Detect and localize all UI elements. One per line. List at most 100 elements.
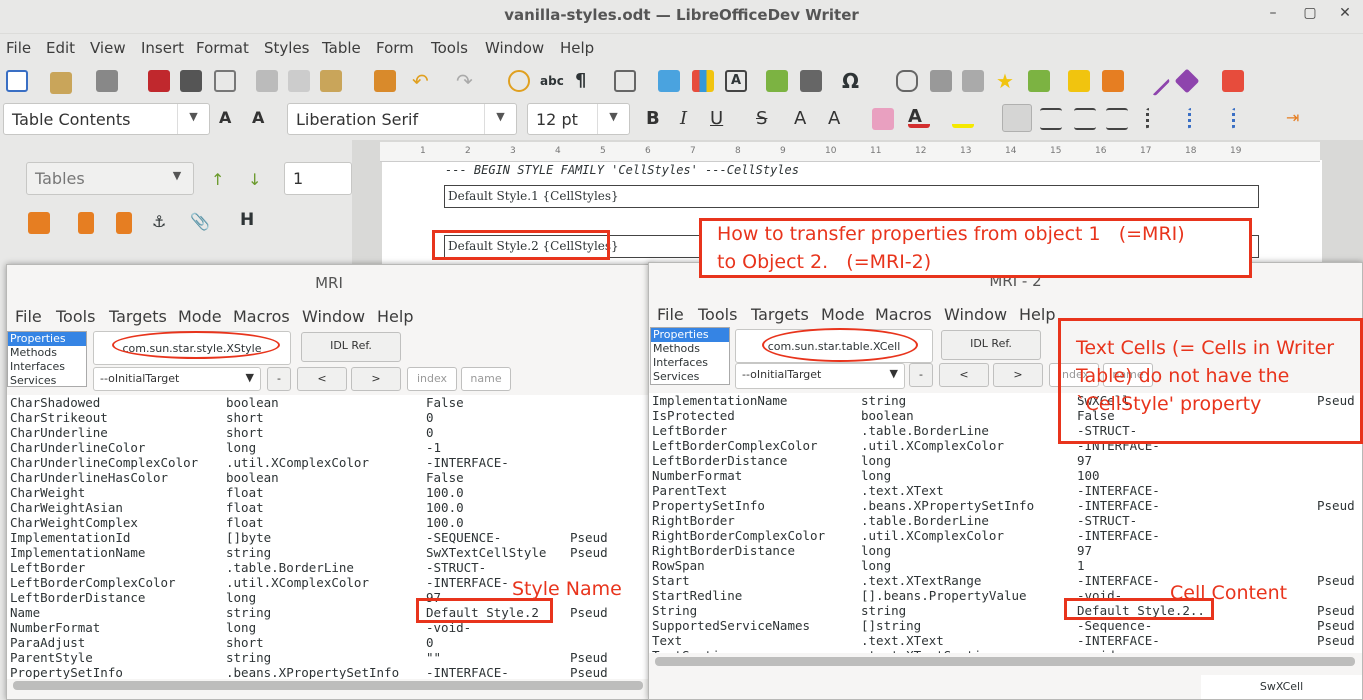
next-arrow-icon[interactable]: ↓: [248, 170, 270, 192]
horizontal-ruler[interactable]: 1 2 3 4 5 6 7 8 9 10 11 12 13 14 15 16 17 18 19: [380, 142, 1320, 162]
menu-table[interactable]: Table: [322, 39, 361, 57]
mri2-menu-targets[interactable]: Targets: [751, 305, 809, 324]
font-name-combo[interactable]: Liberation Serif ▼: [287, 103, 517, 135]
category-services[interactable]: Services: [8, 374, 86, 388]
subscript-icon[interactable]: A: [828, 108, 850, 130]
property-row[interactable]: CharShadowed boolean False: [7, 395, 651, 410]
chevron-down-icon[interactable]: ▼: [597, 104, 629, 134]
paste-icon[interactable]: [320, 70, 342, 92]
mri-menu-file[interactable]: File: [15, 307, 42, 326]
special-character-icon[interactable]: Ω: [842, 70, 864, 92]
find-replace-icon[interactable]: [508, 70, 530, 92]
property-row[interactable]: CharWeight float 100.0: [7, 485, 651, 500]
category-properties[interactable]: Properties: [651, 328, 729, 342]
spelling-icon[interactable]: abc: [540, 70, 564, 92]
clone-formatting-icon[interactable]: [374, 70, 396, 92]
track-changes-icon[interactable]: [1102, 70, 1124, 92]
insert-chart-icon[interactable]: [692, 70, 714, 92]
property-row[interactable]: CharWeightAsian float 100.0: [7, 500, 651, 515]
mri-name-field[interactable]: name: [461, 367, 511, 391]
close-button[interactable]: ✕: [1335, 5, 1355, 21]
page-break-icon[interactable]: [766, 70, 788, 92]
copy-icon[interactable]: [288, 70, 310, 92]
mri2-scrollbar[interactable]: [655, 657, 1355, 666]
mri-menu-mode[interactable]: Mode: [178, 307, 222, 326]
menu-file[interactable]: File: [6, 39, 31, 57]
chevron-down-icon[interactable]: ▼: [161, 163, 193, 193]
property-row[interactable]: CharUnderlineColor long -1: [7, 440, 651, 455]
property-row[interactable]: String string Default Style.2.. Pseud: [649, 603, 1362, 618]
property-row[interactable]: RightBorder .table.BorderLine -STRUCT-: [649, 513, 1362, 528]
font-color-icon[interactable]: A: [908, 106, 930, 128]
maximize-button[interactable]: ▢: [1300, 5, 1320, 21]
menu-window[interactable]: Window: [485, 39, 544, 57]
underline-icon[interactable]: U: [710, 108, 732, 130]
property-row[interactable]: CharUnderlineHasColor boolean False: [7, 470, 651, 485]
highlight-color-icon[interactable]: [952, 106, 974, 128]
property-row[interactable]: TextSection .text.XTextSection -void-: [649, 648, 1362, 653]
mri-menu-targets[interactable]: Targets: [109, 307, 167, 326]
cross-reference-icon[interactable]: [1028, 70, 1050, 92]
menu-insert[interactable]: Insert: [141, 39, 184, 57]
menu-tools[interactable]: Tools: [431, 39, 468, 57]
mri2-back-button[interactable]: <: [939, 363, 989, 387]
mri2-menu-macros[interactable]: Macros: [875, 305, 932, 324]
property-row[interactable]: ParentStyle string "" Pseud: [7, 650, 651, 665]
bold-icon[interactable]: B: [646, 108, 668, 130]
property-row[interactable]: NumberFormat long 100: [649, 468, 1362, 483]
previous-arrow-icon[interactable]: ↑: [211, 170, 233, 192]
outline-icon[interactable]: [1232, 108, 1254, 130]
mri2-menu-tools[interactable]: Tools: [698, 305, 737, 324]
navigator-spin[interactable]: 1: [284, 162, 352, 195]
hyperlink-icon[interactable]: [896, 70, 918, 92]
mri-scrollbar[interactable]: [13, 681, 643, 690]
category-properties[interactable]: Properties: [8, 332, 86, 346]
table-cell-1[interactable]: Default Style.1 {CellStyles}: [444, 185, 1259, 208]
attachment-icon[interactable]: 📎: [190, 212, 212, 234]
property-row[interactable]: CharUnderline short 0: [7, 425, 651, 440]
property-row[interactable]: CharUnderlineComplexColor .util.XComplexC…: [7, 455, 651, 470]
footnote-icon[interactable]: [930, 70, 952, 92]
mri-menu-window[interactable]: Window: [302, 307, 365, 326]
justify-icon[interactable]: [1106, 108, 1128, 130]
minimize-button[interactable]: –: [1263, 5, 1283, 21]
navigator-category-combo[interactable]: Tables ▼: [26, 162, 194, 195]
property-row[interactable]: LeftBorder .table.BorderLine -STRUCT-: [7, 560, 651, 575]
insert-table-icon[interactable]: [614, 70, 636, 92]
property-row[interactable]: PropertySetInfo .beans.XPropertySetInfo -I…: [649, 498, 1362, 513]
anchor-icon[interactable]: ⚓: [152, 212, 174, 234]
print-icon[interactable]: [180, 70, 202, 92]
formatting-marks-icon[interactable]: ¶: [575, 70, 597, 92]
mri-category-list[interactable]: Properties Methods Interfaces Services: [7, 331, 87, 387]
property-row[interactable]: Name string Default Style.2 Pseud: [7, 605, 651, 620]
paragraph-style-combo[interactable]: Table Contents ▼: [3, 103, 210, 135]
chevron-down-icon[interactable]: ▼: [484, 104, 516, 134]
comment-icon[interactable]: [1068, 70, 1090, 92]
mri-back-button[interactable]: <: [297, 367, 347, 391]
mri2-menu-mode[interactable]: Mode: [821, 305, 865, 324]
draw-functions-icon[interactable]: [1222, 70, 1244, 92]
numbering-icon[interactable]: [1188, 108, 1210, 130]
basic-shapes-icon[interactable]: [1174, 68, 1200, 94]
insert-field-icon[interactable]: [800, 70, 822, 92]
footer-icon[interactable]: [116, 212, 132, 234]
category-methods[interactable]: Methods: [8, 346, 86, 360]
chevron-down-icon[interactable]: ▼: [246, 371, 254, 384]
property-row[interactable]: ImplementationId []byte -SEQUENCE- Pseud: [7, 530, 651, 545]
property-row[interactable]: NumberFormat long -void-: [7, 620, 651, 635]
mri2-menu-help[interactable]: Help: [1019, 305, 1055, 324]
bullets-icon[interactable]: [1146, 108, 1168, 130]
mri-menu-help[interactable]: Help: [377, 307, 413, 326]
text-box-icon[interactable]: A: [725, 70, 747, 92]
align-center-icon[interactable]: [1040, 108, 1062, 130]
mri-target-combo[interactable]: --oInitialTarget ▼: [93, 367, 261, 391]
undo-icon[interactable]: ↶: [412, 70, 434, 92]
cut-icon[interactable]: [256, 70, 278, 92]
property-row[interactable]: RightBorderComplexColor .util.XComplexCol…: [649, 528, 1362, 543]
bookmark-icon[interactable]: ★: [996, 70, 1018, 92]
mri2-forward-button[interactable]: >: [993, 363, 1043, 387]
mri2-target-combo[interactable]: --oInitialTarget ▼: [735, 363, 905, 389]
clear-formatting-icon[interactable]: [872, 108, 894, 130]
mri2-minus-button[interactable]: -: [909, 363, 933, 387]
menu-form[interactable]: Form: [376, 39, 414, 57]
